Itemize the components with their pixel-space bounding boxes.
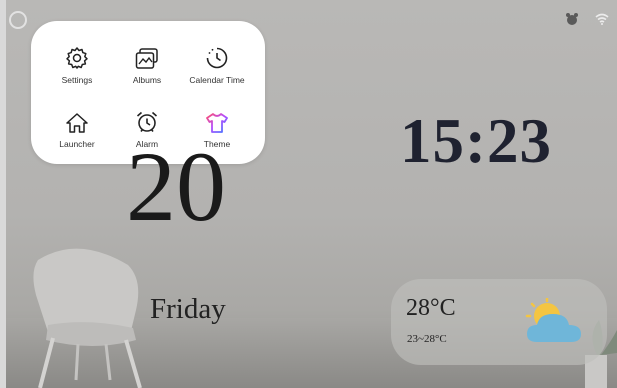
current-temperature: 28°C xyxy=(406,295,456,321)
albums-icon xyxy=(135,48,158,69)
clock-icon xyxy=(206,47,228,69)
status-indicator xyxy=(9,11,27,29)
settings-shortcut[interactable]: Settings xyxy=(42,42,112,85)
wifi-icon xyxy=(595,13,609,25)
launcher-shortcut[interactable]: Launcher xyxy=(42,106,112,149)
albums-label: Albums xyxy=(132,75,162,85)
chair-illustration xyxy=(33,248,142,388)
temperature-range: 23~28°C xyxy=(407,333,447,345)
day-number: 20 xyxy=(126,131,226,242)
launcher-label: Launcher xyxy=(59,139,95,149)
calendar-time-shortcut[interactable]: Calendar Time xyxy=(182,42,252,85)
albums-shortcut[interactable]: Albums xyxy=(112,42,182,85)
calendar-time-label: Calendar Time xyxy=(189,75,245,85)
weekday-label: Friday xyxy=(150,293,226,325)
settings-label: Settings xyxy=(61,75,93,85)
home-icon xyxy=(66,113,88,133)
gear-icon xyxy=(66,47,88,69)
clock-time: 15:23 xyxy=(400,106,552,176)
alarm-status-icon xyxy=(566,13,578,25)
home-screen: Settings Albums Calendar Time Launcher A… xyxy=(0,0,617,388)
status-bar xyxy=(565,12,609,26)
sun-cloud-icon xyxy=(525,298,581,342)
wall-edge xyxy=(0,0,6,388)
